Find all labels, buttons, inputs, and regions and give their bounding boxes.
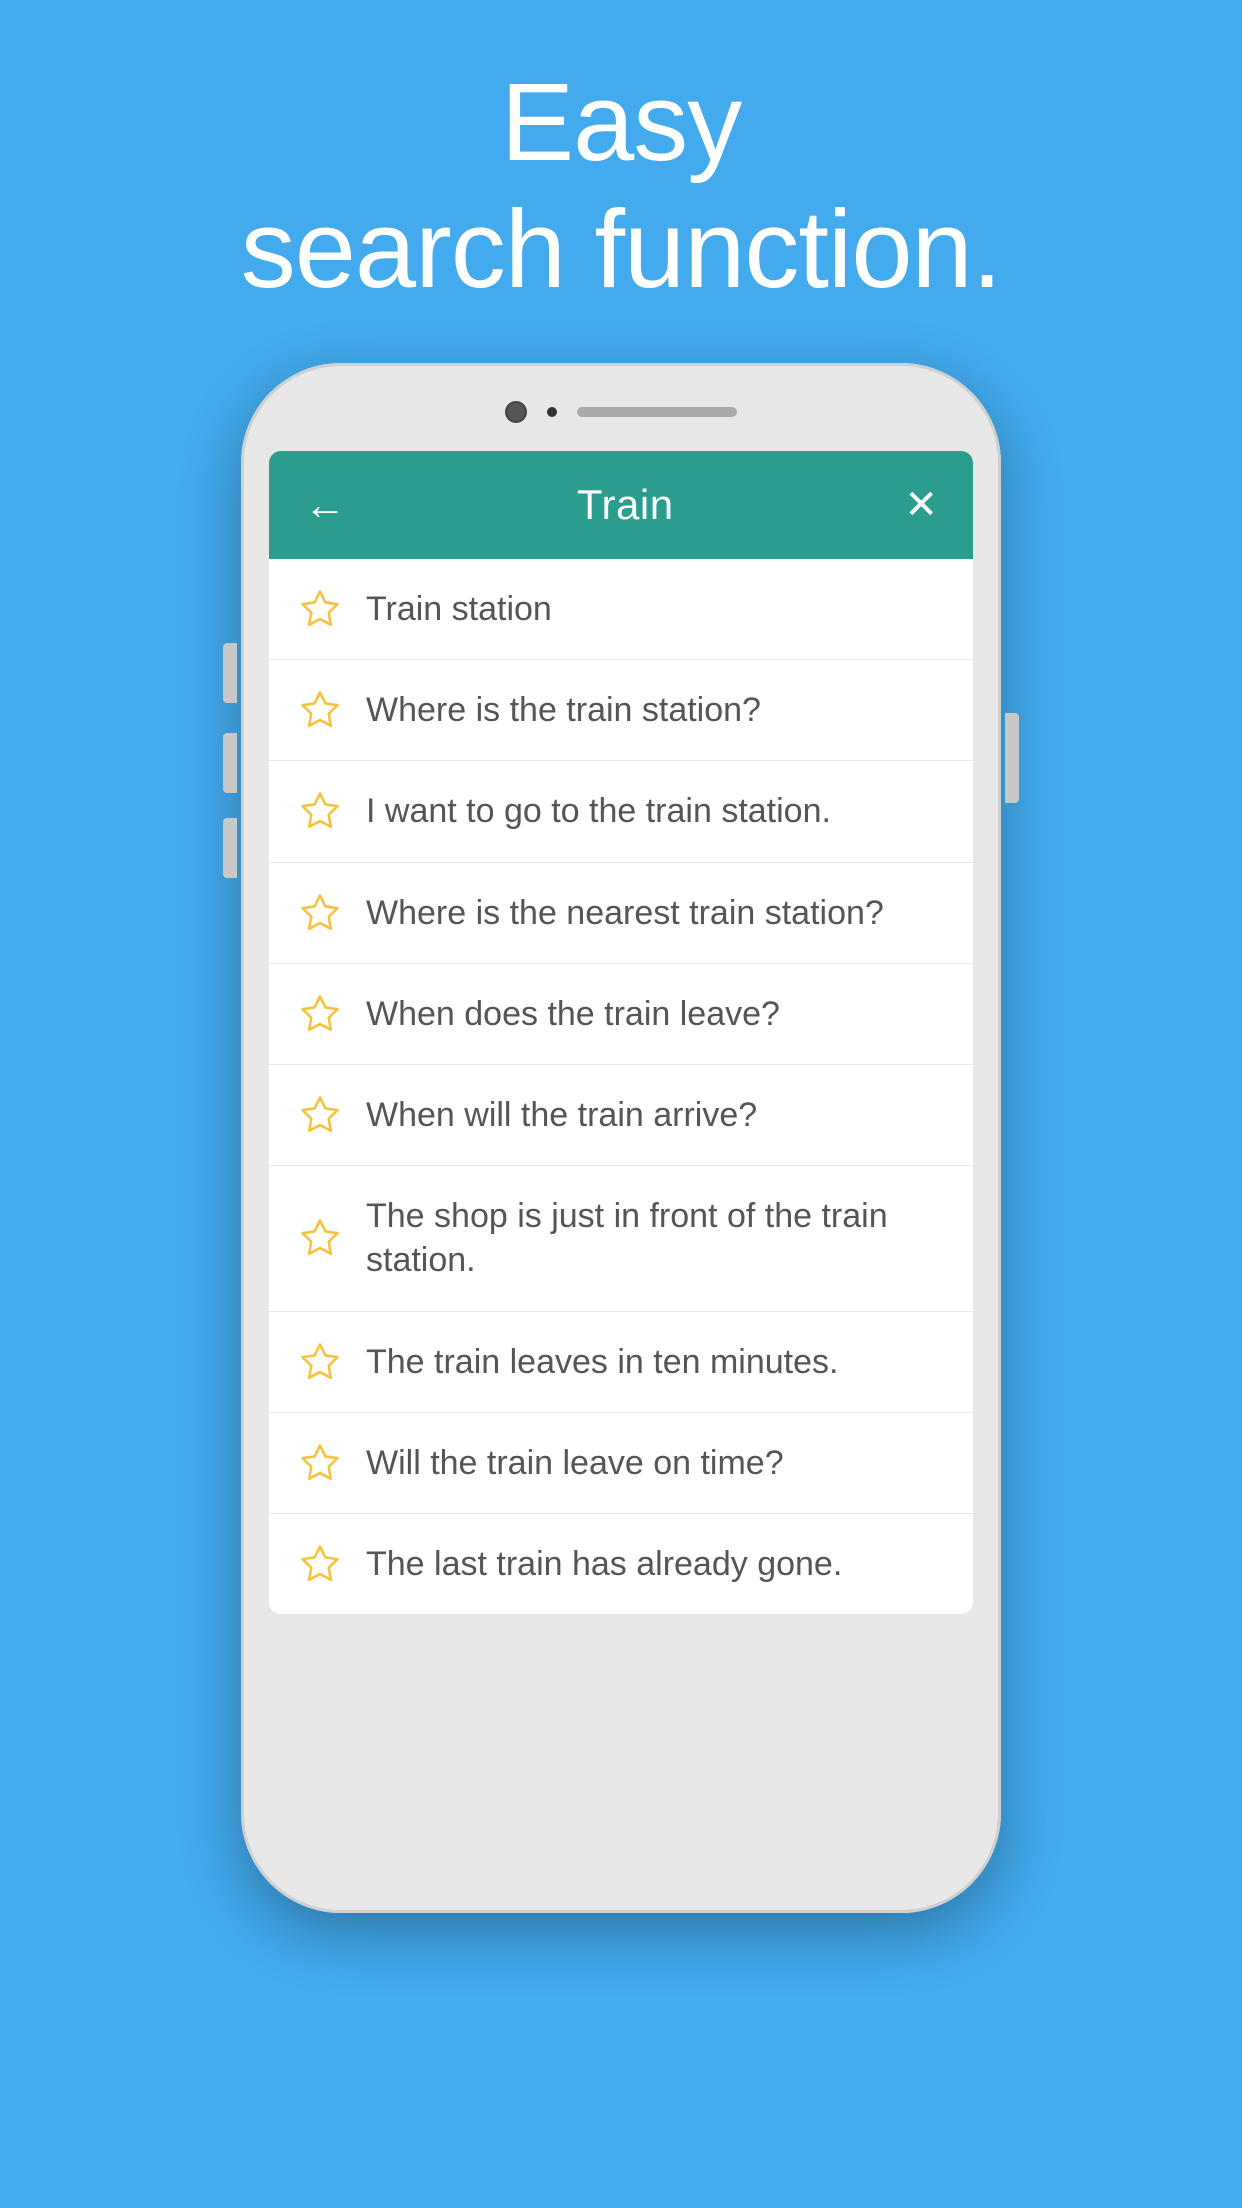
headline: Easy search function. [241, 60, 1002, 313]
list-item[interactable]: When does the train leave? [269, 964, 973, 1065]
list-item[interactable]: Where is the train station? [269, 660, 973, 761]
list-item[interactable]: Train station [269, 559, 973, 660]
star-icon[interactable] [299, 1094, 341, 1136]
list-item[interactable]: When will the train arrive? [269, 1065, 973, 1166]
list-item[interactable]: The shop is just in front of the train s… [269, 1166, 973, 1311]
phrase-text: Where is the train station? [366, 688, 761, 732]
phone-dot [547, 407, 557, 417]
screen-title: Train [577, 481, 674, 529]
star-icon[interactable] [299, 1217, 341, 1259]
phone-speaker [577, 407, 737, 417]
phone-mockup: ← Train ✕ Train station Where is the tra… [231, 363, 1011, 1913]
list-item[interactable]: The last train has already gone. [269, 1514, 973, 1614]
phrase-list: Train station Where is the train station… [269, 559, 973, 1614]
phone-shell: ← Train ✕ Train station Where is the tra… [241, 363, 1001, 1913]
star-icon[interactable] [299, 1341, 341, 1383]
app-header: ← Train ✕ [269, 451, 973, 559]
close-button[interactable]: ✕ [904, 485, 938, 525]
phone-top-bar [269, 393, 973, 431]
star-icon[interactable] [299, 993, 341, 1035]
phrase-text: When will the train arrive? [366, 1093, 757, 1137]
star-icon[interactable] [299, 1442, 341, 1484]
phone-camera [505, 401, 527, 423]
phone-screen: ← Train ✕ Train station Where is the tra… [269, 451, 973, 1614]
list-item[interactable]: The train leaves in ten minutes. [269, 1312, 973, 1413]
list-item[interactable]: Will the train leave on time? [269, 1413, 973, 1514]
phrase-text: Will the train leave on time? [366, 1441, 784, 1485]
list-item[interactable]: I want to go to the train station. [269, 761, 973, 862]
phrase-text: I want to go to the train station. [366, 789, 831, 833]
back-button[interactable]: ← [304, 484, 346, 526]
phrase-text: Where is the nearest train station? [366, 891, 884, 935]
phrase-text: The train leaves in ten minutes. [366, 1340, 838, 1384]
phrase-text: The shop is just in front of the train s… [366, 1194, 943, 1282]
phrase-text: When does the train leave? [366, 992, 780, 1036]
list-item[interactable]: Where is the nearest train station? [269, 863, 973, 964]
phrase-text: The last train has already gone. [366, 1542, 842, 1586]
star-icon[interactable] [299, 1543, 341, 1585]
star-icon[interactable] [299, 892, 341, 934]
star-icon[interactable] [299, 790, 341, 832]
star-icon[interactable] [299, 689, 341, 731]
phrase-text: Train station [366, 587, 552, 631]
star-icon[interactable] [299, 588, 341, 630]
